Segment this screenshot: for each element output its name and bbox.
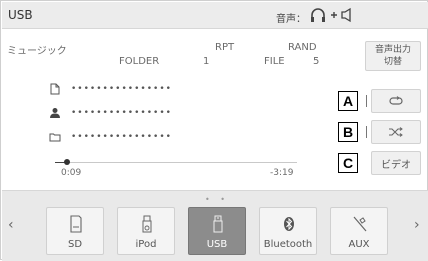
divider-b <box>366 126 367 138</box>
source-bar: • • ‹ › SD iPod USB Bluetooth AUX <box>2 190 428 261</box>
folder-number: 1 <box>203 56 210 67</box>
source-usb-button[interactable]: USB <box>188 207 246 255</box>
usb-icon <box>213 215 223 233</box>
elapsed-time: 0:09 <box>61 168 82 178</box>
artist-row: •••••••••••••••• <box>49 106 172 120</box>
callout-b: B <box>338 122 358 142</box>
remaining-time: -3:19 <box>270 168 294 178</box>
source-bluetooth-button[interactable]: Bluetooth <box>259 207 317 255</box>
switch-button-line2: 切替 <box>383 57 402 67</box>
track-title-row: •••••••••••••••• <box>49 82 172 96</box>
header-bar: USB 音声： <box>2 2 428 29</box>
page-indicator: • • <box>205 195 229 204</box>
chevron-left-icon[interactable]: ‹ <box>8 217 14 233</box>
source-aux-button[interactable]: AUX <box>330 207 388 255</box>
source-ipod-button[interactable]: iPod <box>117 207 175 255</box>
aux-icon <box>353 216 367 232</box>
album-name: •••••••••••••••• <box>71 132 172 142</box>
file-label: FILE <box>264 56 285 67</box>
repeat-button[interactable] <box>371 89 421 113</box>
headphones-speaker-icon <box>311 7 351 23</box>
file-number: 5 <box>313 56 320 67</box>
shuffle-button[interactable] <box>371 120 421 144</box>
category-label: ミュージック <box>7 46 67 57</box>
source-title: USB <box>8 8 33 22</box>
file-icon <box>50 83 60 95</box>
chevron-right-icon[interactable]: › <box>414 217 420 233</box>
album-row: •••••••••••••••• <box>49 130 172 144</box>
source-sd-label: SD <box>67 239 83 250</box>
progress-bar[interactable] <box>55 159 297 165</box>
divider-a <box>366 95 367 107</box>
video-button[interactable]: ビデオ <box>371 151 421 175</box>
ipod-icon <box>142 215 152 233</box>
source-aux-label: AUX <box>348 239 370 250</box>
audio-output-label: 音声： <box>276 14 306 25</box>
audio-screen: USB 音声： ミュージック RPT RAND FOLDER 1 FILE 5 … <box>0 0 428 261</box>
random-status: RAND <box>288 42 317 53</box>
sd-card-icon <box>70 215 82 233</box>
progress-knob[interactable] <box>64 159 71 165</box>
artist-name: •••••••••••••••• <box>71 108 172 118</box>
folder-label: FOLDER <box>119 56 160 67</box>
source-sd-button[interactable]: SD <box>46 207 104 255</box>
repeat-status: RPT <box>215 42 235 53</box>
switch-button-line1: 音声出力 <box>374 45 411 55</box>
source-bluetooth-label: Bluetooth <box>263 239 313 250</box>
source-usb-label: USB <box>206 239 228 250</box>
callout-a: A <box>338 91 358 111</box>
artist-icon <box>50 108 60 118</box>
bluetooth-icon <box>284 217 294 231</box>
repeat-icon <box>389 96 403 105</box>
shuffle-icon <box>389 127 403 137</box>
track-title: •••••••••••••••• <box>71 84 172 94</box>
folder-icon <box>49 133 61 142</box>
audio-output-switch-button[interactable]: 音声出力 切替 <box>365 41 421 71</box>
callout-c: C <box>338 153 358 173</box>
source-ipod-label: iPod <box>135 239 157 250</box>
